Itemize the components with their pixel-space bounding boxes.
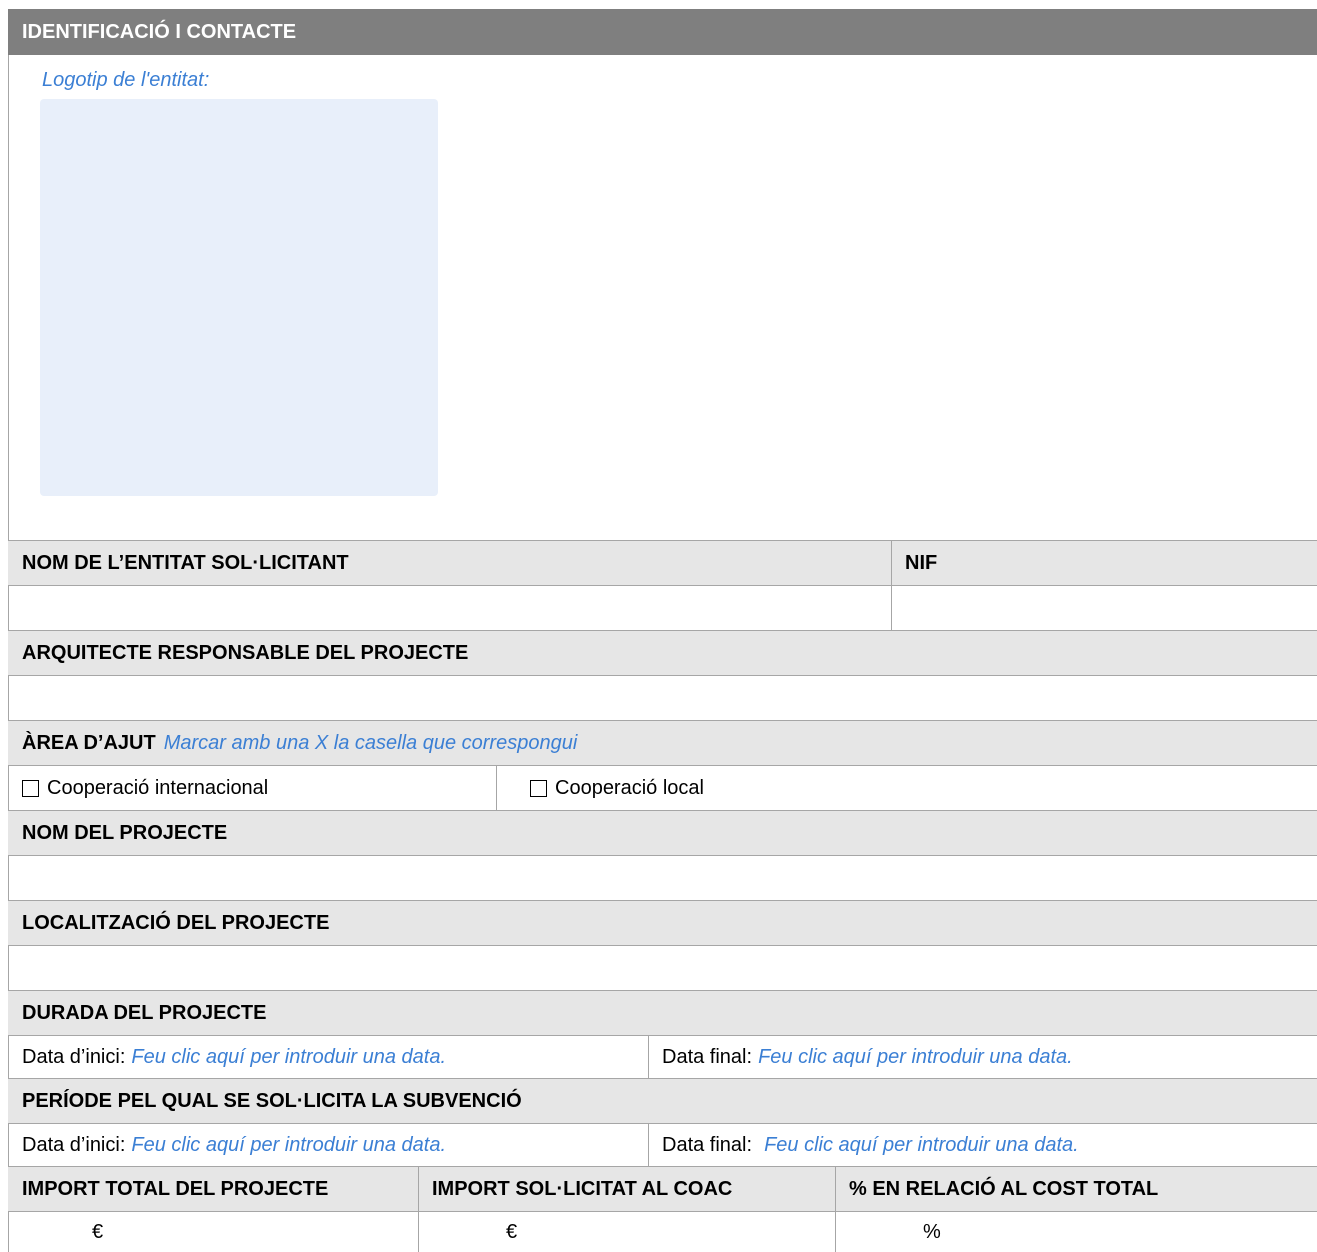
- entity-input-row: [8, 586, 1317, 630]
- duration-start-date-picker[interactable]: Feu clic aquí per introduir una data.: [131, 1046, 446, 1069]
- period-start-cell: Data d’inici: Feu clic aquí per introdui…: [8, 1124, 648, 1166]
- logo-label: Logotip de l'entitat:: [42, 69, 210, 91]
- area-header-row: ÀREA D’AJUT Marcar amb una X la casella …: [8, 721, 1317, 765]
- area-header-cell: ÀREA D’AJUT Marcar amb una X la casella …: [8, 721, 1317, 765]
- period-end-date-picker[interactable]: Feu clic aquí per introduir una data.: [764, 1134, 1079, 1157]
- area-option-local[interactable]: Cooperació local: [496, 766, 1317, 810]
- architect-field[interactable]: [8, 676, 1317, 720]
- entity-name-label: NOM DE L’ENTITAT SOL·LICITANT: [22, 551, 349, 574]
- period-end-label: Data final:: [662, 1133, 753, 1156]
- section-title: IDENTIFICACIÓ I CONTACTE: [22, 20, 297, 43]
- duration-end-label: Data final:: [662, 1045, 753, 1068]
- period-header-row: PERÍODE PEL QUAL SE SOL·LICITA LA SUBVEN…: [8, 1079, 1317, 1123]
- duration-end-cell: Data final: Feu clic aquí per introduir …: [648, 1036, 1317, 1078]
- requested-amount-unit: €: [506, 1220, 518, 1243]
- project-name-label: NOM DEL PROJECTE: [22, 821, 228, 844]
- nif-field[interactable]: [891, 586, 1317, 630]
- project-name-input-row: [8, 856, 1317, 900]
- requested-amount-field[interactable]: €: [418, 1212, 835, 1252]
- requested-amount-label: IMPORT SOL·LICITAT AL COAC: [432, 1177, 733, 1200]
- architect-input-row: [8, 676, 1317, 720]
- total-amount-label: IMPORT TOTAL DEL PROJECTE: [22, 1177, 329, 1200]
- total-amount-field[interactable]: €: [8, 1212, 418, 1252]
- area-option-international-label: Cooperació internacional: [47, 776, 269, 799]
- area-label: ÀREA D’AJUT: [22, 731, 156, 754]
- project-name-header-row: NOM DEL PROJECTE: [8, 811, 1317, 855]
- amounts-header-row: IMPORT TOTAL DEL PROJECTE IMPORT SOL·LIC…: [8, 1167, 1317, 1211]
- duration-dates-row: Data d’inici: Feu clic aquí per introdui…: [8, 1036, 1317, 1078]
- location-input-row: [8, 946, 1317, 990]
- percentage-field[interactable]: %: [835, 1212, 1317, 1252]
- entity-header-row: NOM DE L’ENTITAT SOL·LICITANT NIF: [8, 541, 1317, 585]
- duration-end-date-picker[interactable]: Feu clic aquí per introduir una data.: [758, 1046, 1073, 1069]
- location-label: LOCALITZACIÓ DEL PROJECTE: [22, 911, 330, 934]
- logo-area: Logotip de l'entitat:: [8, 55, 1317, 540]
- location-header-row: LOCALITZACIÓ DEL PROJECTE: [8, 901, 1317, 945]
- period-dates-row: Data d’inici: Feu clic aquí per introdui…: [8, 1124, 1317, 1166]
- area-options-row: Cooperació internacional Cooperació loca…: [8, 766, 1317, 810]
- checkbox-icon[interactable]: [530, 779, 547, 797]
- architect-header-row: ARQUITECTE RESPONSABLE DEL PROJECTE: [8, 631, 1317, 675]
- period-label: PERÍODE PEL QUAL SE SOL·LICITA LA SUBVEN…: [22, 1089, 522, 1112]
- percentage-unit: %: [923, 1220, 941, 1243]
- entity-name-field[interactable]: [8, 586, 891, 630]
- amounts-input-row: € € %: [8, 1212, 1317, 1252]
- nif-label: NIF: [905, 551, 938, 574]
- period-end-cell: Data final: Feu clic aquí per introduir …: [648, 1124, 1317, 1166]
- duration-start-cell: Data d’inici: Feu clic aquí per introdui…: [8, 1036, 648, 1078]
- area-option-local-label: Cooperació local: [555, 776, 704, 799]
- duration-label: DURADA DEL PROJECTE: [22, 1001, 267, 1024]
- duration-header-row: DURADA DEL PROJECTE: [8, 991, 1317, 1035]
- logo-upload-box[interactable]: [40, 99, 438, 496]
- area-hint: Marcar amb una X la casella que correspo…: [163, 731, 578, 754]
- checkbox-icon[interactable]: [22, 779, 39, 797]
- architect-label: ARQUITECTE RESPONSABLE DEL PROJECTE: [22, 641, 469, 664]
- period-start-date-picker[interactable]: Feu clic aquí per introduir una data.: [131, 1134, 446, 1157]
- identification-form: IDENTIFICACIÓ I CONTACTE Logotip de l'en…: [8, 9, 1317, 1252]
- project-name-field[interactable]: [8, 856, 1317, 900]
- period-start-label: Data d’inici:: [22, 1133, 126, 1156]
- section-header: IDENTIFICACIÓ I CONTACTE: [8, 9, 1317, 55]
- total-amount-unit: €: [92, 1220, 104, 1243]
- percentage-label: % EN RELACIÓ AL COST TOTAL: [849, 1177, 1159, 1200]
- location-field[interactable]: [8, 946, 1317, 990]
- area-option-international[interactable]: Cooperació internacional: [8, 766, 496, 810]
- duration-start-label: Data d’inici:: [22, 1045, 126, 1068]
